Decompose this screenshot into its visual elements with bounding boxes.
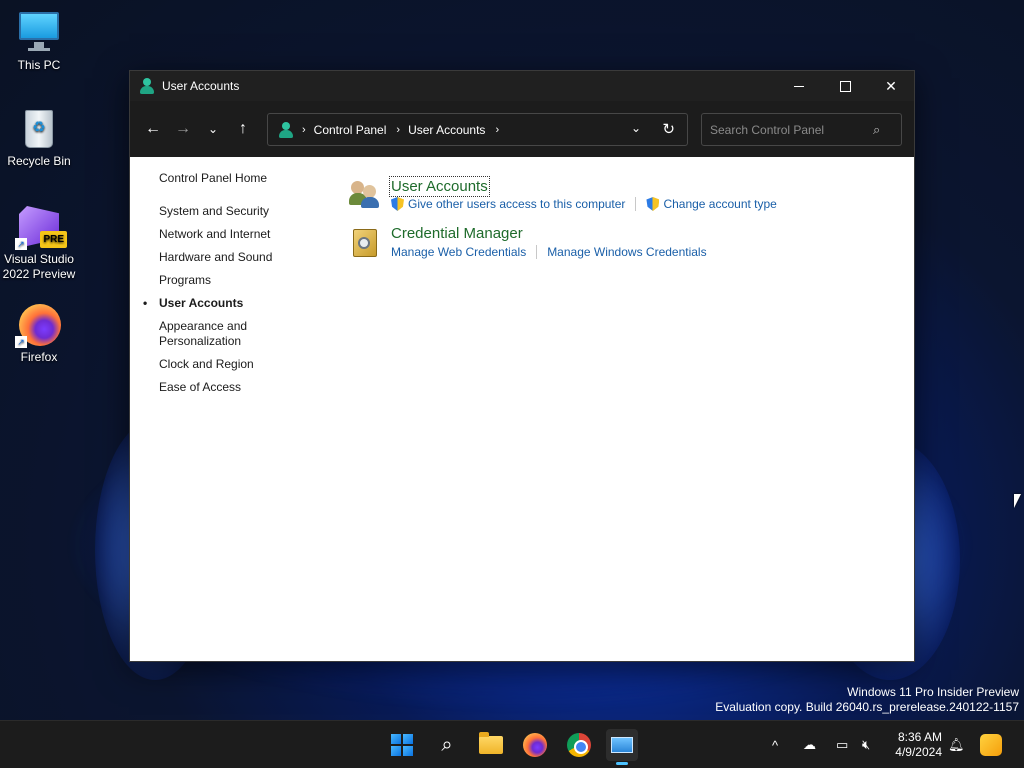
link-manage-windows-credentials[interactable]: Manage Windows Credentials <box>547 245 706 259</box>
desktop-icon-label: Visual Studio 2022 Preview <box>2 252 76 281</box>
up-button[interactable]: ↑ <box>228 114 258 144</box>
link-divider <box>536 245 538 259</box>
nav-network-and-internet[interactable]: Network and Internet <box>159 227 329 242</box>
desktop-icon-label: This PC <box>17 58 61 72</box>
forward-button[interactable]: → <box>168 114 198 144</box>
user-accounts-window: User Accounts ✕ ← → ⌄ ↑ › Control Panel … <box>129 70 915 662</box>
taskbar-chrome[interactable] <box>563 729 595 761</box>
start-icon <box>391 734 413 756</box>
cloud-offline-icon: ☁ <box>803 737 816 752</box>
link-divider <box>635 197 637 211</box>
users-icon <box>349 177 381 209</box>
nav-system-and-security[interactable]: System and Security <box>159 204 329 219</box>
taskbar-control-panel[interactable] <box>606 729 638 765</box>
desktop-icon-this-pc[interactable]: This PC <box>0 10 78 73</box>
address-dropdown-icon[interactable]: ⌄ <box>631 121 641 135</box>
credential-safe-icon <box>349 227 381 259</box>
link-give-other-users-access[interactable]: Give other users access to this computer <box>408 197 625 211</box>
network-tray[interactable]: ▭ <box>836 721 848 768</box>
notifications-button[interactable]: 🔔︎ <box>948 721 965 768</box>
onedrive-tray[interactable]: ☁ <box>803 721 816 768</box>
left-nav-pane: Control Panel Home System and Security N… <box>143 171 329 403</box>
clock-time: 8:36 AM <box>897 730 942 744</box>
link-manage-web-credentials[interactable]: Manage Web Credentials <box>391 245 526 259</box>
desktop-icon-label: Firefox <box>20 350 58 364</box>
bell-icon: 🔔︎ <box>948 737 965 752</box>
breadcrumb-user-accounts[interactable]: User Accounts <box>408 123 485 137</box>
taskbar-search-button[interactable]: ⌕ <box>431 729 463 761</box>
watermark-line-2: Evaluation copy. Build 26040.rs_prerelea… <box>715 700 1019 714</box>
desktop-icon-label: Recycle Bin <box>7 154 71 168</box>
chrome-icon <box>567 733 591 757</box>
title-bar[interactable]: User Accounts ✕ <box>130 71 914 101</box>
volume-muted-icon: 🔇︎ <box>862 737 871 752</box>
user-accounts-icon <box>139 78 155 94</box>
desktop-icon-recycle-bin[interactable]: ♻ Recycle Bin <box>0 106 78 169</box>
firefox-icon: ↗ <box>15 302 61 348</box>
clock[interactable]: 8:36 AM 4/9/2024 <box>895 730 942 760</box>
close-button[interactable]: ✕ <box>868 71 914 101</box>
copilot-button[interactable] <box>980 721 1002 768</box>
breadcrumb-separator-icon[interactable]: › <box>495 124 499 136</box>
nav-appearance-and-personalization[interactable]: Appearance and Personalization <box>159 319 259 349</box>
content-area: Control Panel Home System and Security N… <box>130 157 914 662</box>
minimize-button[interactable] <box>776 71 822 101</box>
show-hidden-icons-button[interactable]: ^ <box>772 721 778 768</box>
breadcrumb-separator-icon: › <box>302 123 306 136</box>
nav-hardware-and-sound[interactable]: Hardware and Sound <box>159 250 329 265</box>
section-title-credential-manager[interactable]: Credential Manager <box>391 225 523 242</box>
control-panel-icon <box>611 737 633 753</box>
link-change-account-type[interactable]: Change account type <box>663 197 776 211</box>
nav-programs[interactable]: Programs <box>159 273 329 288</box>
search-icon[interactable]: ⌕ <box>873 122 880 138</box>
this-pc-icon <box>17 10 61 54</box>
clock-date: 4/9/2024 <box>895 745 942 759</box>
uac-shield-icon <box>391 197 404 211</box>
taskbar-firefox[interactable] <box>519 729 551 761</box>
breadcrumb-control-panel[interactable]: Control Panel <box>314 123 387 137</box>
section-title-user-accounts[interactable]: User Accounts <box>389 176 490 197</box>
back-button[interactable]: ← <box>138 114 168 144</box>
address-bar[interactable]: › Control Panel › User Accounts › ⌄ ↻ <box>267 113 688 146</box>
nav-control-panel-home[interactable]: Control Panel Home <box>159 171 329 186</box>
search-input[interactable] <box>702 122 867 137</box>
breadcrumb-separator-icon: › <box>396 123 401 136</box>
visual-studio-icon: PRE ↗ <box>15 204 67 250</box>
taskbar-file-explorer[interactable] <box>475 729 507 761</box>
file-explorer-icon <box>479 732 503 754</box>
window-title: User Accounts <box>162 79 240 93</box>
refresh-icon[interactable]: ↻ <box>662 120 675 138</box>
user-accounts-icon <box>278 121 294 138</box>
preview-badge: PRE <box>40 231 67 248</box>
recent-locations-button[interactable]: ⌄ <box>198 114 228 144</box>
volume-tray[interactable]: 🔇︎ <box>862 721 870 768</box>
evaluation-watermark: Windows 11 Pro Insider Preview Evaluatio… <box>715 685 1019 715</box>
start-button[interactable] <box>386 729 418 761</box>
search-box[interactable]: ⌕ <box>701 113 902 146</box>
desktop-icon-firefox[interactable]: ↗ Firefox <box>0 302 78 365</box>
nav-clock-and-region[interactable]: Clock and Region <box>159 357 329 372</box>
uac-shield-icon <box>646 197 659 211</box>
section-links: Manage Web Credentials Manage Windows Cr… <box>391 245 707 259</box>
search-icon: ⌕ <box>441 733 453 756</box>
recycle-bin-icon: ♻ <box>17 106 61 150</box>
firefox-icon <box>523 733 547 757</box>
maximize-button[interactable] <box>822 71 868 101</box>
mouse-cursor-icon <box>1014 494 1021 508</box>
taskbar: ⌕ ^ ☁ ▭ 🔇︎ 8:36 AM 4/9/2024 🔔︎ <box>0 720 1024 768</box>
chevron-up-icon: ^ <box>772 737 779 753</box>
nav-user-accounts[interactable]: User Accounts <box>143 296 329 311</box>
shortcut-arrow-icon: ↗ <box>15 238 27 250</box>
copilot-pre-icon <box>980 734 1002 756</box>
watermark-line-1: Windows 11 Pro Insider Preview <box>847 685 1019 699</box>
section-links: Give other users access to this computer… <box>391 197 777 211</box>
network-icon: ▭ <box>836 737 849 752</box>
desktop-icon-visual-studio[interactable]: PRE ↗ Visual Studio 2022 Preview <box>0 204 78 282</box>
navigation-bar: ← → ⌄ ↑ › Control Panel › User Accounts … <box>130 101 914 157</box>
shortcut-arrow-icon: ↗ <box>15 336 27 348</box>
nav-ease-of-access[interactable]: Ease of Access <box>159 380 329 395</box>
